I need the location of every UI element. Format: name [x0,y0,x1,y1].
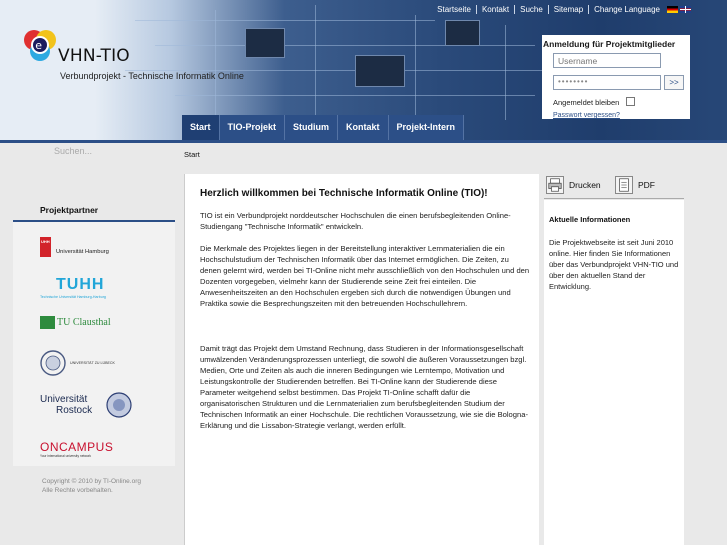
uhh-logo-icon: UHH [40,237,51,257]
elearning-logo-icon: e [24,30,56,61]
german-flag-icon[interactable] [667,6,678,13]
page: e VHN-TIO Verbundprojekt - Technische In… [0,0,727,545]
remember-checkbox[interactable] [626,97,635,106]
intro-paragraph: TIO ist ein Verbundprojekt norddeutscher… [200,211,511,231]
remember-label: Angemeldet bleiben [553,98,620,107]
tools-divider [544,198,684,199]
nav-tio-projekt[interactable]: TIO-Projekt [219,115,286,140]
top-navigation: Startseite Kontakt Suche Sitemap Change … [432,5,691,14]
nav-kontakt[interactable]: Kontakt [338,115,389,140]
top-link-startseite[interactable]: Startseite [432,5,476,14]
copyright: Copyright © 2010 by TI-Online.org Alle R… [42,478,141,494]
breadcrumb: Start [184,150,200,159]
news-text: Die Projektwebseite ist seit Juni 2010 o… [549,238,679,291]
news-title: Aktuelle Informationen [549,215,631,224]
rostock-seal-icon [106,392,132,418]
logo-subtitle: Verbundprojekt - Technische Informatik O… [60,71,244,81]
partners-list: UHH Universität Hamburg TUHH Technische … [13,222,175,466]
pdf-icon [615,176,633,194]
header-divider [0,140,727,143]
print-button[interactable]: Drucken [546,176,601,194]
luebeck-seal-icon [40,350,66,376]
forgot-password-link[interactable]: Passwort vergessen? [553,112,620,119]
header: e VHN-TIO Verbundprojekt - Technische In… [0,0,727,143]
password-input[interactable]: •••••••• [553,75,661,90]
username-input[interactable] [553,53,661,68]
features-paragraph: Die Merkmale des Projektes liegen in der… [200,244,530,308]
nav-projekt-intern[interactable]: Projekt-Intern [388,115,465,140]
top-link-suche[interactable]: Suche [515,5,548,14]
nav-studium[interactable]: Studium [285,115,339,140]
partners-title: Projektpartner [40,205,99,215]
page-tools: Drucken PDF [544,174,684,198]
login-submit-button[interactable]: >> [664,75,684,90]
uk-flag-icon[interactable] [680,6,691,13]
login-title: Anmeldung für Projektmitglieder [543,39,676,49]
logo-title: VHN-TIO [58,46,130,66]
main-navigation: Start TIO-Projekt Studium Kontakt Projek… [182,115,465,140]
page-title: Herzlich willkommen bei Technische Infor… [200,188,488,199]
top-link-change-language[interactable]: Change Language [589,5,665,14]
search-input[interactable]: Suchen... [54,146,92,156]
top-link-kontakt[interactable]: Kontakt [477,5,514,14]
top-link-sitemap[interactable]: Sitemap [549,5,588,14]
svg-text:e: e [35,39,42,52]
nav-start[interactable]: Start [182,115,220,140]
login-box: Anmeldung für Projektmitglieder ••••••••… [542,35,690,119]
main-content: Herzlich willkommen bei Technische Infor… [184,174,539,545]
context-paragraph: Damit trägt das Projekt dem Umstand Rech… [200,344,528,430]
printer-icon [546,176,564,194]
news-sidebar: Aktuelle Informationen Die Projektwebsei… [544,200,684,545]
pdf-button[interactable]: PDF [615,176,655,194]
clausthal-logo-icon [40,316,55,329]
site-logo[interactable]: e VHN-TIO Verbundprojekt - Technische In… [22,28,252,88]
